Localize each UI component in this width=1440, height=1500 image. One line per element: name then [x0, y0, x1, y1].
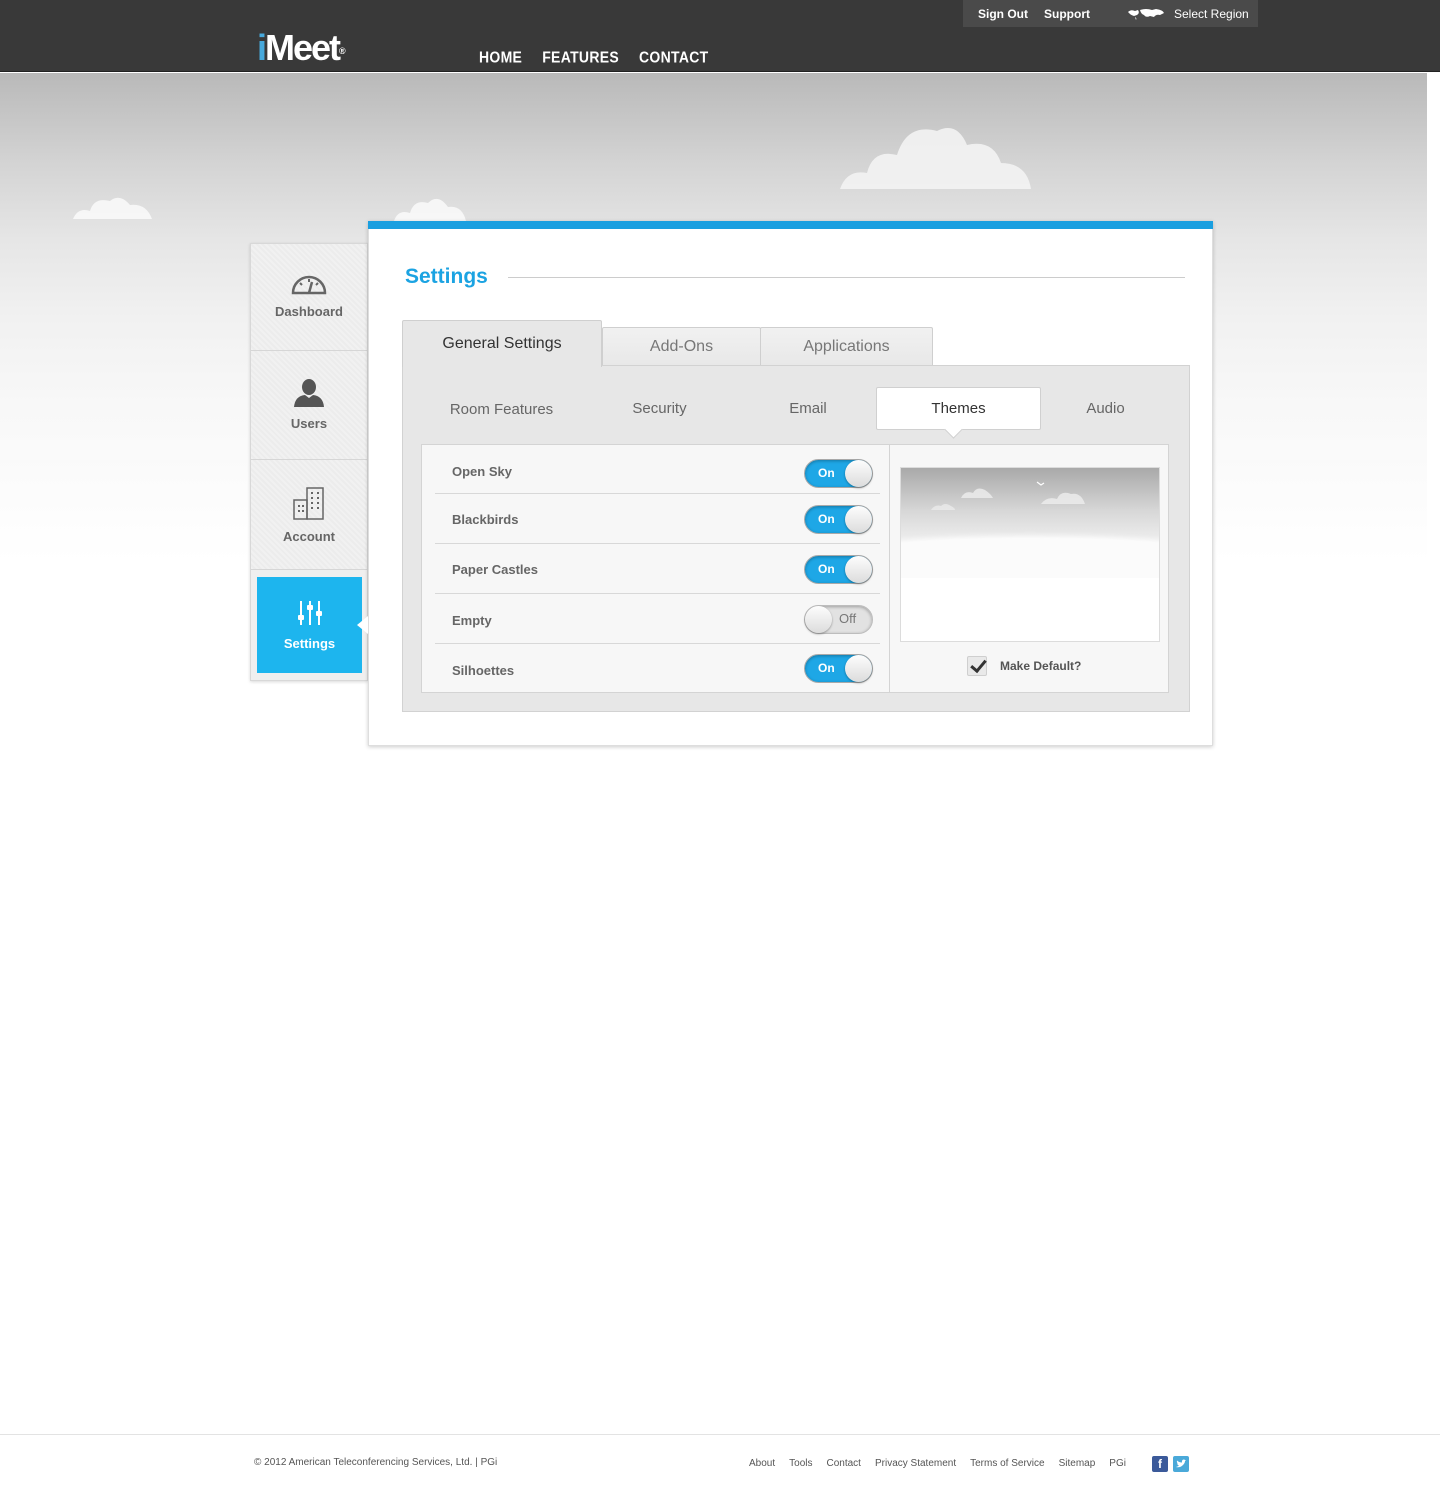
make-default-row: Make Default? — [967, 656, 1081, 676]
make-default-label: Make Default? — [1000, 659, 1082, 673]
list-item: Silhoettes On — [435, 644, 880, 692]
footer-links: About Tools Contact Privacy Statement Te… — [749, 1458, 1140, 1469]
subtab-email[interactable]: Email — [733, 387, 883, 430]
world-map-icon[interactable] — [1126, 7, 1166, 21]
theme-toggle[interactable]: On — [804, 555, 873, 584]
top-bar: Sign Out Support Select Region iMeet® HO… — [0, 0, 1440, 72]
theme-toggle[interactable]: On — [804, 654, 873, 683]
theme-toggle[interactable]: On — [804, 459, 873, 488]
toggle-knob — [805, 606, 832, 633]
tab-general-settings[interactable]: General Settings — [402, 320, 602, 367]
sidebar-item-dashboard[interactable]: Dashboard — [251, 244, 367, 351]
theme-name: Blackbirds — [452, 512, 519, 527]
speedometer-icon — [291, 275, 327, 298]
list-item: Blackbirds On — [435, 494, 880, 544]
list-item: Paper Castles On — [435, 544, 880, 594]
card-accent-bar — [368, 221, 1213, 229]
footer-link-tools[interactable]: Tools — [789, 1458, 812, 1469]
building-icon — [292, 486, 326, 523]
theme-name: Empty — [452, 613, 492, 628]
theme-toggle[interactable]: Off — [804, 605, 873, 634]
sidebar-item-settings[interactable]: Settings — [257, 577, 362, 673]
toggle-knob — [845, 506, 872, 533]
footer-divider — [0, 1434, 1440, 1435]
theme-name: Silhoettes — [452, 663, 515, 678]
preview-clouds — [931, 481, 1085, 510]
tab-add-ons[interactable]: Add-Ons — [602, 327, 761, 366]
user-icon — [292, 379, 326, 410]
sidebar-item-label: Users — [290, 416, 328, 431]
footer-link-sitemap[interactable]: Sitemap — [1059, 1458, 1096, 1469]
active-pointer — [357, 616, 368, 634]
general-settings-panel: Room Features Security Email Themes Audi… — [402, 365, 1190, 712]
support-link[interactable]: Support — [1044, 7, 1090, 21]
footer-link-contact[interactable]: Contact — [827, 1458, 861, 1469]
cloud-decoration — [73, 197, 152, 219]
list-item: Empty Off — [435, 594, 880, 644]
utility-bar: Sign Out Support Select Region — [963, 0, 1258, 27]
title-divider — [508, 277, 1185, 278]
themes-box: Open Sky On Blackbirds On Paper Castles — [421, 444, 1169, 693]
sidebar-item-label: Account — [283, 528, 335, 544]
twitter-icon[interactable] — [1173, 1456, 1189, 1472]
sidebar-item-label: Settings — [283, 636, 336, 651]
theme-toggle[interactable]: On — [804, 505, 873, 534]
footer-link-about[interactable]: About — [749, 1458, 775, 1469]
footer-link-terms[interactable]: Terms of Service — [970, 1458, 1044, 1469]
sidebar: Dashboard Users Account Settings — [250, 243, 368, 681]
cloud-decoration — [840, 128, 1031, 189]
toggle-knob — [845, 655, 872, 682]
theme-preview — [900, 467, 1160, 642]
cloud-decoration — [394, 198, 466, 221]
page-title: Settings — [405, 265, 488, 288]
footer-link-pgi[interactable]: PGi — [1109, 1458, 1126, 1469]
nav-features[interactable]: FEATURES — [542, 48, 619, 66]
sidebar-item-users[interactable]: Users — [251, 351, 367, 460]
nav-home[interactable]: HOME — [479, 48, 522, 66]
toggle-knob — [845, 556, 872, 583]
select-region-link[interactable]: Select Region — [1174, 7, 1249, 21]
sliders-icon — [296, 599, 324, 630]
subtab-themes[interactable]: Themes — [876, 387, 1041, 430]
theme-name: Open Sky — [452, 464, 512, 479]
copyright: © 2012 American Teleconferencing Service… — [254, 1457, 498, 1468]
settings-card: Settings General Settings Add-Ons Applic… — [368, 221, 1213, 746]
make-default-checkbox[interactable] — [967, 656, 987, 676]
tab-applications[interactable]: Applications — [760, 327, 933, 366]
footer-link-privacy[interactable]: Privacy Statement — [875, 1458, 956, 1469]
list-item: Open Sky On — [435, 445, 880, 494]
sidebar-item-account[interactable]: Account — [251, 460, 367, 570]
imeet-logo[interactable]: iMeet® — [257, 30, 346, 66]
preview-ground — [901, 538, 1159, 578]
sign-out-link[interactable]: Sign Out — [978, 7, 1028, 21]
theme-name: Paper Castles — [452, 562, 538, 577]
main-nav: HOME FEATURES CONTACT — [479, 48, 709, 66]
subtab-security[interactable]: Security — [581, 387, 738, 430]
sidebar-item-label: Dashboard — [275, 304, 343, 319]
facebook-icon[interactable]: f — [1152, 1456, 1168, 1472]
nav-contact[interactable]: CONTACT — [639, 48, 709, 66]
theme-list: Open Sky On Blackbirds On Paper Castles — [422, 445, 890, 692]
toggle-knob — [845, 460, 872, 487]
subtab-room-features[interactable]: Room Features — [423, 388, 580, 431]
subtab-audio[interactable]: Audio — [1043, 387, 1168, 430]
